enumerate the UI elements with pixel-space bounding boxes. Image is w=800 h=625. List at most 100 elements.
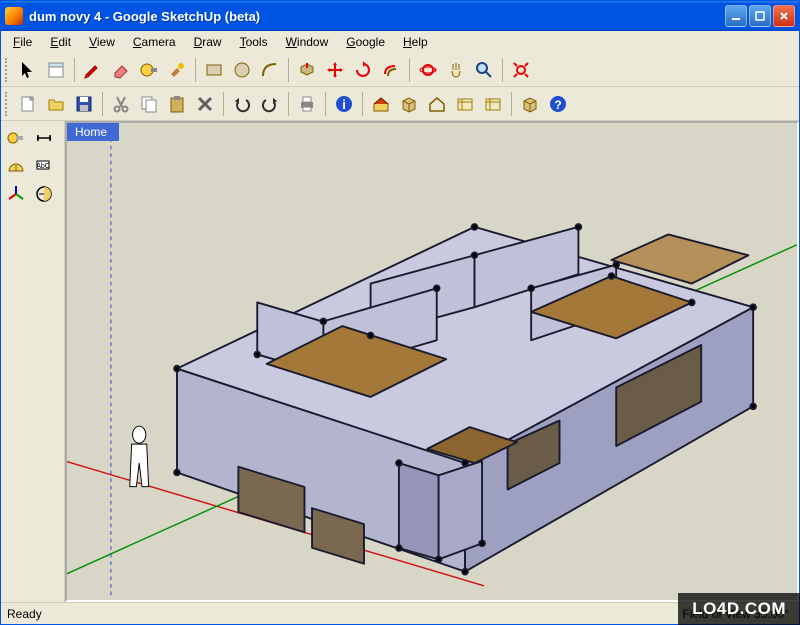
- cut[interactable]: [108, 91, 134, 117]
- menu-camera[interactable]: Camera: [125, 33, 184, 51]
- pan-icon: [446, 60, 466, 80]
- title-bar: dum novy 4 - Google SketchUp (beta): [1, 1, 799, 31]
- tape-measure[interactable]: [3, 125, 29, 151]
- copy-icon: [139, 94, 159, 114]
- tape-icon: [139, 60, 159, 80]
- offset-tool[interactable]: [378, 57, 404, 83]
- menu-draw[interactable]: Draw: [186, 33, 230, 51]
- new-icon: [18, 94, 38, 114]
- delete[interactable]: [192, 91, 218, 117]
- info[interactable]: i: [331, 91, 357, 117]
- save-icon: [74, 94, 94, 114]
- model-component[interactable]: [480, 91, 506, 117]
- close-button[interactable]: [773, 5, 795, 27]
- svg-text:?: ?: [554, 98, 561, 112]
- model-home[interactable]: [368, 91, 394, 117]
- open-icon: [46, 94, 66, 114]
- pushpull-icon: [297, 60, 317, 80]
- eraser-tool[interactable]: [108, 57, 134, 83]
- menu-bar: FileEditViewCameraDrawToolsWindowGoogleH…: [1, 31, 799, 53]
- protractor-icon: [6, 156, 26, 176]
- houseoutline-icon: [427, 94, 447, 114]
- info-icon: i: [334, 94, 354, 114]
- offset-icon: [381, 60, 401, 80]
- model-new[interactable]: [452, 91, 478, 117]
- status-left: Ready: [7, 607, 682, 621]
- dim-icon: [34, 128, 54, 148]
- menu-help[interactable]: Help: [395, 33, 436, 51]
- tooltip-home: Home: [67, 123, 119, 141]
- app-icon: [5, 7, 23, 25]
- text-tool[interactable]: AbC: [31, 153, 57, 179]
- save-file[interactable]: [71, 91, 97, 117]
- model-outline[interactable]: [424, 91, 450, 117]
- menu-window[interactable]: Window: [278, 33, 337, 51]
- axes-icon: [6, 184, 26, 204]
- text-icon: AbC: [34, 156, 54, 176]
- arc-tool[interactable]: [257, 57, 283, 83]
- undo-icon: [232, 94, 252, 114]
- section-tool[interactable]: [31, 181, 57, 207]
- tape-tool[interactable]: [136, 57, 162, 83]
- axes-tool[interactable]: [3, 181, 29, 207]
- copy[interactable]: [136, 91, 162, 117]
- zoom-tool[interactable]: [471, 57, 497, 83]
- toolbar-primary: [1, 53, 799, 87]
- help[interactable]: ?: [545, 91, 571, 117]
- menu-google[interactable]: Google: [338, 33, 393, 51]
- undo[interactable]: [229, 91, 255, 117]
- menu-view[interactable]: View: [81, 33, 123, 51]
- print[interactable]: [294, 91, 320, 117]
- delete-icon: [195, 94, 215, 114]
- circle-icon: [232, 60, 252, 80]
- protractor-tool[interactable]: [3, 153, 29, 179]
- model-warehouse[interactable]: [396, 91, 422, 117]
- template-icon: [46, 60, 66, 80]
- menu-edit[interactable]: Edit: [42, 33, 79, 51]
- svg-text:AbC: AbC: [36, 163, 50, 170]
- cursor-icon: [18, 60, 38, 80]
- arc-icon: [260, 60, 280, 80]
- pushpull-tool[interactable]: [294, 57, 320, 83]
- window-title: dum novy 4 - Google SketchUp (beta): [29, 9, 725, 24]
- pencil-tool[interactable]: [80, 57, 106, 83]
- brush-icon: [167, 60, 187, 80]
- model-icon: [455, 94, 475, 114]
- model-icon: [483, 94, 503, 114]
- paste-icon: [167, 94, 187, 114]
- menu-file[interactable]: File: [5, 33, 40, 51]
- minimize-button[interactable]: [725, 5, 747, 27]
- new-file[interactable]: [15, 91, 41, 117]
- box3d-icon: [520, 94, 540, 114]
- paint-tool[interactable]: [164, 57, 190, 83]
- circle-tool[interactable]: [229, 57, 255, 83]
- zoom-icon: [474, 60, 494, 80]
- dimension-tool[interactable]: [31, 125, 57, 151]
- open-file[interactable]: [43, 91, 69, 117]
- print-icon: [297, 94, 317, 114]
- house-icon: [371, 94, 391, 114]
- select-tool[interactable]: [15, 57, 41, 83]
- section-icon: [34, 184, 54, 204]
- maximize-button[interactable]: [749, 5, 771, 27]
- box3d-icon: [399, 94, 419, 114]
- redo-icon: [260, 94, 280, 114]
- template-tool[interactable]: [43, 57, 69, 83]
- rectangle-tool[interactable]: [201, 57, 227, 83]
- cut-icon: [111, 94, 131, 114]
- rotate-tool[interactable]: [350, 57, 376, 83]
- component-box[interactable]: [517, 91, 543, 117]
- helpcircle-icon: ?: [548, 94, 568, 114]
- redo[interactable]: [257, 91, 283, 117]
- orbit-tool[interactable]: [415, 57, 441, 83]
- rotate-icon: [353, 60, 373, 80]
- zoom-extents-tool[interactable]: [508, 57, 534, 83]
- pan-tool[interactable]: [443, 57, 469, 83]
- menu-tools[interactable]: Tools: [232, 33, 276, 51]
- viewport[interactable]: Home: [65, 121, 799, 602]
- scene-3d: [67, 123, 797, 600]
- orbit-icon: [418, 60, 438, 80]
- move-tool[interactable]: [322, 57, 348, 83]
- paste[interactable]: [164, 91, 190, 117]
- eraser-icon: [111, 60, 131, 80]
